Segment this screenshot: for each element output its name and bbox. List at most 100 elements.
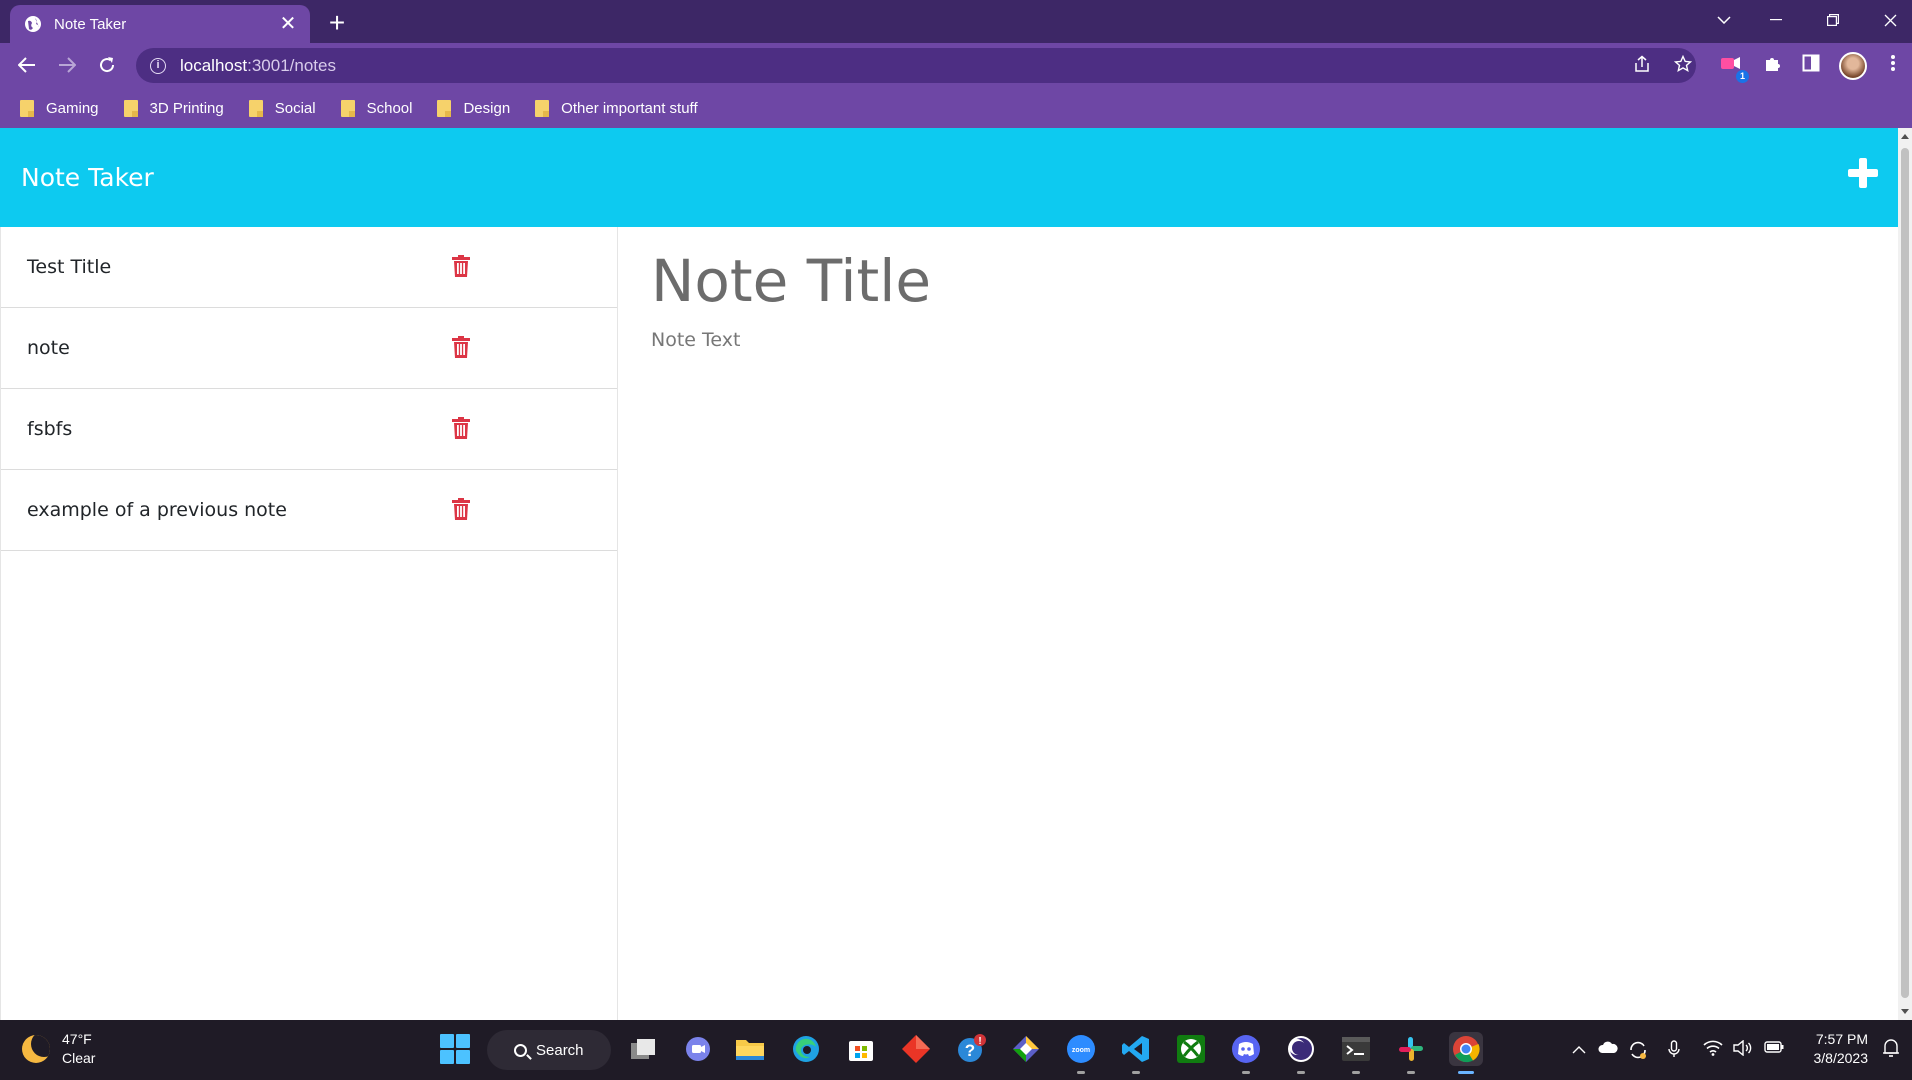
bookmark-label: Other important stuff bbox=[561, 99, 698, 117]
clock-date: 3/8/2023 bbox=[1813, 1050, 1869, 1066]
forward-icon[interactable] bbox=[50, 48, 84, 82]
note-title-input[interactable]: Note Title bbox=[651, 247, 931, 315]
sync-icon[interactable] bbox=[1628, 1040, 1648, 1060]
browser-tab[interactable]: Note Taker ✕ bbox=[10, 5, 310, 43]
windows-start-icon[interactable] bbox=[440, 1034, 470, 1064]
bookmark-other[interactable]: Other important stuff bbox=[535, 99, 698, 117]
svg-text:!: ! bbox=[978, 1036, 981, 1047]
add-note-plus-icon[interactable] bbox=[1848, 158, 1878, 188]
svg-text:zoom: zoom bbox=[1072, 1047, 1090, 1054]
microsoft-store-icon[interactable] bbox=[844, 1032, 878, 1066]
folder-icon bbox=[248, 99, 263, 117]
weather-temperature: 47°F bbox=[62, 1031, 92, 1047]
notification-bell-icon[interactable] bbox=[1880, 1038, 1902, 1060]
zoom-app-icon[interactable]: zoom bbox=[1064, 1032, 1098, 1074]
reload-icon[interactable] bbox=[90, 48, 124, 82]
microphone-icon[interactable] bbox=[1664, 1040, 1684, 1060]
vscode-icon[interactable] bbox=[1119, 1032, 1153, 1074]
chrome-icon[interactable] bbox=[1449, 1032, 1483, 1074]
help-app-icon[interactable]: ?! bbox=[954, 1032, 988, 1066]
tray-overflow-chevron-icon[interactable] bbox=[1569, 1040, 1589, 1060]
note-item-title: note bbox=[27, 337, 70, 359]
slack-icon[interactable] bbox=[1394, 1032, 1428, 1074]
note-list-item[interactable]: Test Title bbox=[1, 227, 617, 308]
trash-icon[interactable] bbox=[452, 255, 470, 277]
note-item-title: Test Title bbox=[27, 256, 112, 278]
bookmark-gaming[interactable]: Gaming bbox=[20, 99, 99, 117]
git-app-icon[interactable] bbox=[899, 1032, 933, 1066]
folder-icon bbox=[340, 99, 355, 117]
note-list-item[interactable]: example of a previous note bbox=[1, 470, 617, 551]
menu-kebab-icon[interactable] bbox=[1880, 53, 1906, 79]
xbox-icon[interactable] bbox=[1174, 1032, 1208, 1066]
profile-avatar[interactable] bbox=[1839, 52, 1867, 80]
scroll-up-arrow-icon[interactable] bbox=[1901, 134, 1909, 139]
file-explorer-icon[interactable] bbox=[733, 1032, 767, 1066]
back-icon[interactable] bbox=[10, 48, 44, 82]
app-navbar: Note Taker bbox=[0, 128, 1898, 227]
bookmark-school[interactable]: School bbox=[340, 99, 413, 117]
discord-icon[interactable] bbox=[1229, 1032, 1263, 1074]
tab-close-icon[interactable]: ✕ bbox=[278, 14, 298, 34]
restore-icon[interactable] bbox=[1807, 0, 1859, 40]
url-path: :3001/notes bbox=[247, 55, 336, 75]
wifi-icon[interactable] bbox=[1703, 1040, 1723, 1060]
bookmark-3d-printing[interactable]: 3D Printing bbox=[123, 99, 224, 117]
edge-browser-icon[interactable] bbox=[789, 1032, 823, 1066]
tab-search-icon[interactable] bbox=[1698, 0, 1750, 40]
bookmark-label: School bbox=[366, 99, 413, 117]
side-panel-icon[interactable] bbox=[1798, 53, 1824, 79]
snip-tool-icon[interactable] bbox=[1009, 1032, 1043, 1066]
task-view-icon[interactable] bbox=[626, 1032, 660, 1066]
page-scrollbar[interactable] bbox=[1898, 128, 1912, 1020]
bookmark-label: 3D Printing bbox=[149, 99, 224, 117]
minimize-icon[interactable] bbox=[1750, 0, 1802, 40]
clock-time: 7:57 PM bbox=[1815, 1031, 1868, 1047]
volume-icon[interactable] bbox=[1733, 1039, 1753, 1060]
tab-title: Note Taker bbox=[54, 15, 127, 33]
scrollbar-thumb[interactable] bbox=[1901, 148, 1909, 998]
close-window-icon[interactable] bbox=[1864, 0, 1912, 40]
taskbar-clock[interactable]: 7:57 PM 3/8/2023 bbox=[1800, 1030, 1869, 1068]
bookmark-social[interactable]: Social bbox=[248, 99, 316, 117]
eclipse-app-icon[interactable] bbox=[1284, 1032, 1318, 1074]
globe-icon bbox=[24, 15, 42, 33]
trash-icon[interactable] bbox=[452, 417, 470, 439]
app-brand[interactable]: Note Taker bbox=[21, 163, 154, 192]
address-bar[interactable]: i localhost:3001/notes bbox=[136, 48, 1696, 83]
note-editor: Note Title Note Text bbox=[619, 227, 1898, 1020]
note-list-item[interactable]: fsbfs bbox=[1, 389, 617, 470]
weather-widget[interactable]: 47°F Clear bbox=[22, 1030, 95, 1068]
note-text-area[interactable]: Note Text bbox=[651, 329, 740, 351]
bookmark-label: Gaming bbox=[46, 99, 99, 117]
share-icon[interactable] bbox=[1631, 55, 1653, 77]
scroll-down-arrow-icon[interactable] bbox=[1901, 1009, 1909, 1014]
onedrive-cloud-icon[interactable] bbox=[1598, 1040, 1618, 1060]
folder-icon bbox=[123, 99, 138, 117]
browser-tabstrip: Note Taker ✕ + bbox=[0, 0, 1912, 43]
search-icon bbox=[514, 1043, 527, 1057]
folder-icon bbox=[20, 99, 34, 117]
trash-icon[interactable] bbox=[452, 498, 470, 520]
puzzle-icon[interactable] bbox=[1760, 53, 1786, 79]
site-info-icon[interactable]: i bbox=[150, 57, 166, 74]
taskbar-search-button[interactable]: Search bbox=[487, 1030, 611, 1070]
taskbar-search-label: Search bbox=[536, 1041, 584, 1059]
battery-icon[interactable] bbox=[1764, 1040, 1784, 1060]
folder-icon bbox=[437, 99, 452, 117]
teams-chat-icon[interactable] bbox=[681, 1032, 715, 1066]
note-list-item[interactable]: note bbox=[1, 308, 617, 389]
browser-toolbar: i localhost:3001/notes bbox=[0, 43, 1912, 88]
new-tab-button[interactable]: + bbox=[322, 8, 352, 38]
terminal-icon[interactable] bbox=[1339, 1032, 1373, 1074]
trash-icon[interactable] bbox=[452, 336, 470, 358]
extension-badge: 1 bbox=[1736, 70, 1749, 83]
note-item-title: example of a previous note bbox=[27, 499, 287, 521]
windows-taskbar: 47°F Clear Search ?! zoom 7:57 PM 3/8/20… bbox=[0, 1020, 1912, 1080]
bookmark-label: Social bbox=[274, 99, 316, 117]
bookmark-star-icon[interactable] bbox=[1672, 54, 1694, 77]
note-item-title: fsbfs bbox=[27, 418, 73, 440]
page-viewport: Note Taker Test Title note fsbfs example… bbox=[0, 128, 1912, 1020]
bookmark-design[interactable]: Design bbox=[437, 99, 510, 117]
svg-text:?: ? bbox=[965, 1041, 975, 1060]
